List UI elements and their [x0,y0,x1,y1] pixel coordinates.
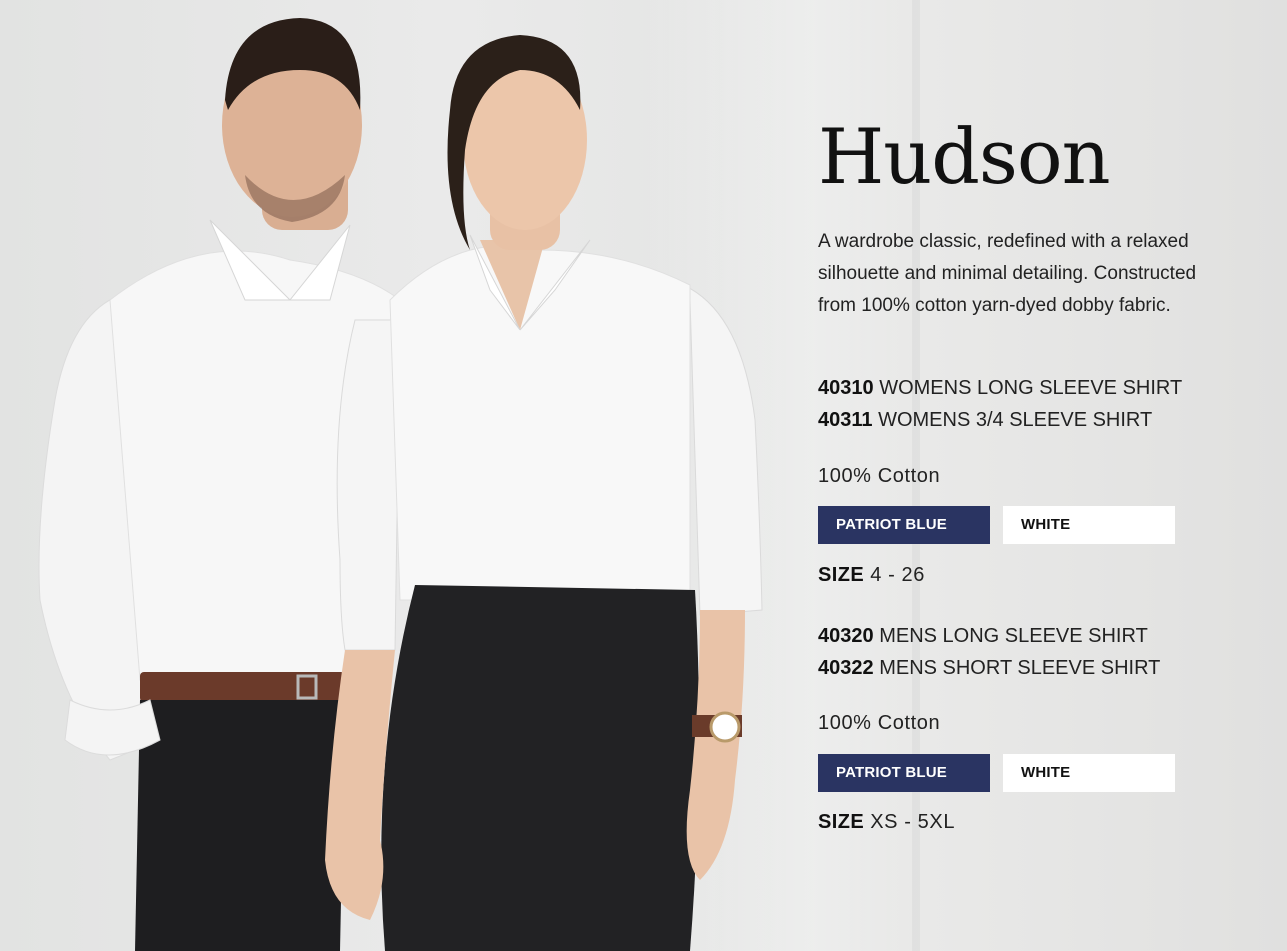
product-name: WOMENS LONG SLEEVE SHIRT [879,377,1183,399]
model-illustration [38,18,763,951]
colour-swatch-white: WHITE [1003,506,1175,544]
product-name: MENS LONG SLEEVE SHIRT [879,625,1148,647]
product-code: 40322 [818,657,874,679]
size-range: SIZE XS - 5XL [818,811,955,834]
product-name: WOMENS 3/4 SLEEVE SHIRT [878,409,1153,431]
colour-swatch-patriot-blue: PATRIOT BLUE [818,506,990,544]
model-photo [0,0,800,951]
product-line: 40320 MENS LONG SLEEVE SHIRT [818,620,1148,652]
female-model [325,35,763,951]
collection-title: Hudson [818,112,1111,201]
product-code: 40320 [818,625,874,647]
product-line: 40310 WOMENS LONG SLEEVE SHIRT [818,372,1182,404]
fabric-composition: 100% Cotton [818,712,941,734]
size-label: SIZE [818,811,865,833]
catalogue-page: Hudson A wardrobe classic, redefined wit… [0,0,1287,951]
colour-swatch-white: WHITE [1003,754,1175,792]
product-line: 40322 MENS SHORT SLEEVE SHIRT [818,652,1160,684]
fabric-composition: 100% Cotton [818,465,941,487]
product-name: MENS SHORT SLEEVE SHIRT [879,657,1161,679]
size-label: SIZE [818,564,865,586]
size-value: XS - 5XL [870,811,956,833]
colour-swatch-patriot-blue: PATRIOT BLUE [818,754,990,792]
product-line: 40311 WOMENS 3/4 SLEEVE SHIRT [818,404,1152,436]
size-value: 4 - 26 [870,564,925,586]
collection-description: A wardrobe classic, redefined with a rel… [818,231,1197,316]
product-code: 40310 [818,377,874,399]
product-code: 40311 [818,409,873,431]
size-range: SIZE 4 - 26 [818,564,925,587]
